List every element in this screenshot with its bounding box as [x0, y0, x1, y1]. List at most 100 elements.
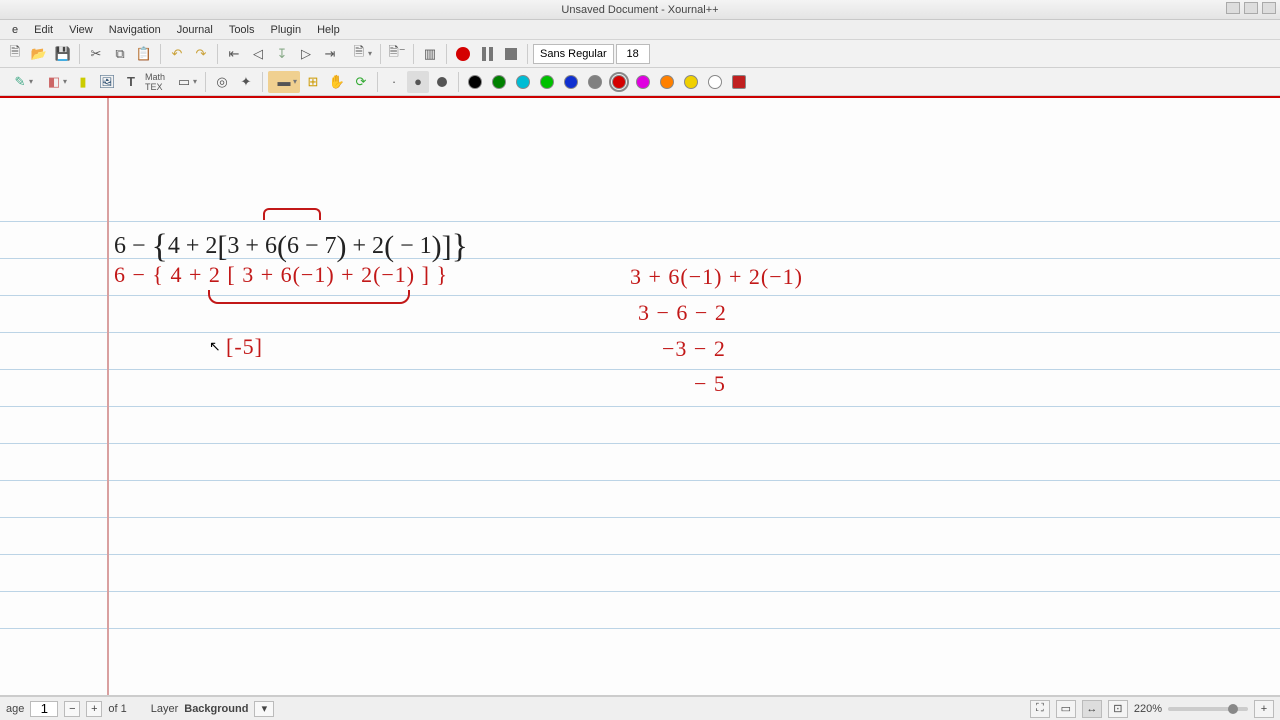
margin-line: [107, 98, 109, 695]
snap-tool[interactable]: ⊞: [302, 71, 324, 93]
toolbar-main: 🗎 📂 💾 ✂ ⧉ 📋 ↶ ↷ ⇤ ◁ ↧ ▷ ⇥ 🗎 🗎⁻ ▥ Sans Re…: [0, 40, 1280, 68]
refresh-icon[interactable]: ⟳: [350, 71, 372, 93]
menu-tools[interactable]: Tools: [221, 22, 263, 38]
menu-bar: e Edit View Navigation Journal Tools Plu…: [0, 20, 1280, 40]
page-up-stepper[interactable]: +: [86, 701, 102, 717]
thin-stroke-icon[interactable]: ·: [383, 71, 405, 93]
color-green[interactable]: [488, 71, 510, 93]
page-label: age: [6, 703, 24, 715]
zoom-slider[interactable]: [1168, 707, 1248, 711]
color-gray[interactable]: [584, 71, 606, 93]
cut-button[interactable]: ✂: [85, 43, 107, 65]
menu-help[interactable]: Help: [309, 22, 348, 38]
shape-tool[interactable]: ▭: [168, 71, 200, 93]
medium-stroke-icon[interactable]: ●: [407, 71, 429, 93]
cursor-icon: ↖: [209, 338, 221, 355]
select-region-tool[interactable]: ◎: [211, 71, 233, 93]
toolbar-tools: ✎ ◧ ▮ 🖼 T MathTEX ▭ ◎ ✦ ▬ ⊞ ✋ ⟳ · ●: [0, 68, 1280, 96]
presentation-icon[interactable]: ▭: [1056, 700, 1076, 718]
undo-button[interactable]: ↶: [166, 43, 188, 65]
canvas-area[interactable]: 6 − {4 + 2[3 + 6(6 − 7) + 2( − 1)]} 6 − …: [0, 96, 1280, 696]
last-page-button[interactable]: ⇥: [319, 43, 341, 65]
pause-button[interactable]: [476, 43, 498, 65]
color-yellow[interactable]: [680, 71, 702, 93]
tex-tool[interactable]: MathTEX: [144, 71, 166, 93]
separator: [205, 72, 206, 92]
page-down-stepper[interactable]: −: [64, 701, 80, 717]
image-tool[interactable]: 🖼: [96, 71, 118, 93]
color-lime[interactable]: [536, 71, 558, 93]
highlighter-tool[interactable]: ▮: [72, 71, 94, 93]
separator: [527, 44, 528, 64]
fullscreen-icon[interactable]: ⛶: [1030, 700, 1050, 718]
menu-plugin[interactable]: Plugin: [263, 22, 310, 38]
fit-page-icon[interactable]: ⊡: [1108, 700, 1128, 718]
menu-edit[interactable]: Edit: [26, 22, 61, 38]
font-size-input[interactable]: 18: [616, 44, 650, 64]
insert-page-button[interactable]: 🗎: [343, 43, 375, 65]
separator: [413, 44, 414, 64]
pen-tool[interactable]: ✎: [4, 71, 36, 93]
color-white[interactable]: [704, 71, 726, 93]
separator: [446, 44, 447, 64]
text-tool[interactable]: T: [120, 71, 142, 93]
menu-view[interactable]: View: [61, 22, 101, 38]
zoom-slider-thumb[interactable]: [1228, 704, 1238, 714]
font-select[interactable]: Sans Regular: [533, 44, 614, 64]
hand-tool[interactable]: ✋: [326, 71, 348, 93]
window-title: Unsaved Document - Xournal++: [561, 4, 718, 16]
handwriting-right-2: 3 − 6 − 2: [638, 300, 727, 326]
page-number-input[interactable]: [30, 701, 58, 717]
select-object-tool[interactable]: ✦: [235, 71, 257, 93]
redo-button[interactable]: ↷: [190, 43, 212, 65]
handwriting-right-4: − 5: [694, 371, 726, 397]
stop-button[interactable]: [500, 43, 522, 65]
color-black[interactable]: [464, 71, 486, 93]
rule-line: [0, 369, 1280, 370]
rule-line: [0, 480, 1280, 481]
menu-file[interactable]: e: [4, 22, 26, 38]
eraser-tool[interactable]: ◧: [38, 71, 70, 93]
menu-journal[interactable]: Journal: [169, 22, 221, 38]
color-cyan[interactable]: [512, 71, 534, 93]
color-orange[interactable]: [656, 71, 678, 93]
next-annotated-button[interactable]: ↧: [271, 43, 293, 65]
rule-line: [0, 517, 1280, 518]
paired-pages-icon[interactable]: ▥: [419, 43, 441, 65]
handwriting-step-1: 6 − { 4 + 2 [ 3 + 6(−1) + 2(−1) ] }: [114, 262, 448, 288]
status-bar: age − + of 1 Layer Background ▾ ⛶ ▭ ↔ ⊡ …: [0, 696, 1280, 720]
layer-value: Background: [184, 703, 248, 715]
color-red[interactable]: [608, 71, 630, 93]
handwriting-right-3: −3 − 2: [662, 336, 726, 362]
handwriting-right-1: 3 + 6(−1) + 2(−1): [630, 264, 803, 290]
fit-width-icon[interactable]: ↔: [1082, 700, 1102, 718]
delete-page-button[interactable]: 🗎⁻: [386, 43, 408, 65]
page-total: of 1: [108, 703, 126, 715]
next-page-button[interactable]: ▷: [295, 43, 317, 65]
rule-line: [0, 406, 1280, 407]
rule-line: [0, 295, 1280, 296]
prev-page-button[interactable]: ◁: [247, 43, 269, 65]
red-underbracket: [208, 290, 410, 304]
color-magenta[interactable]: [632, 71, 654, 93]
new-button[interactable]: 🗎: [4, 43, 26, 65]
open-button[interactable]: 📂: [28, 43, 50, 65]
maximize-icon[interactable]: [1244, 2, 1258, 14]
zoom-in-icon[interactable]: +: [1254, 700, 1274, 718]
minimize-icon[interactable]: [1226, 2, 1240, 14]
thick-stroke-icon[interactable]: [431, 71, 453, 93]
vertical-space-tool[interactable]: ▬: [268, 71, 300, 93]
color-blue[interactable]: [560, 71, 582, 93]
rule-line: [0, 443, 1280, 444]
record-button[interactable]: [452, 43, 474, 65]
paste-button[interactable]: 📋: [133, 43, 155, 65]
first-page-button[interactable]: ⇤: [223, 43, 245, 65]
fill-color[interactable]: [728, 71, 750, 93]
save-button[interactable]: 💾: [52, 43, 74, 65]
separator: [380, 44, 381, 64]
layer-dropdown[interactable]: ▾: [254, 701, 274, 717]
menu-navigation[interactable]: Navigation: [101, 22, 169, 38]
rule-line: [0, 591, 1280, 592]
close-icon[interactable]: [1262, 2, 1276, 14]
copy-button[interactable]: ⧉: [109, 43, 131, 65]
